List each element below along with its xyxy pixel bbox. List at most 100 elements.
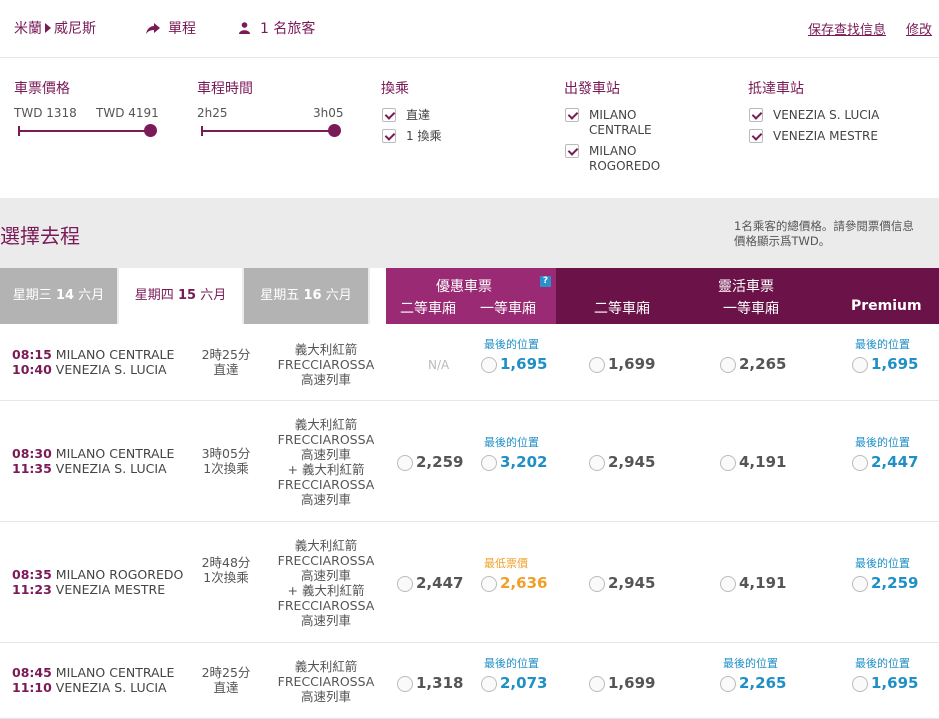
radio-icon[interactable] bbox=[397, 455, 413, 471]
share-arrow-icon bbox=[146, 23, 160, 34]
flex-first-class-header: 一等車廂 bbox=[723, 301, 779, 317]
time-slider-min-handle[interactable] bbox=[201, 126, 203, 136]
economy-second-class-header: 二等車廂 bbox=[400, 301, 456, 317]
fare-price: 2,636 bbox=[500, 574, 548, 592]
fare-option[interactable]: 2,265 bbox=[720, 336, 830, 376]
train-service-line: 高速列車 bbox=[300, 568, 351, 583]
fare-price: 1,318 bbox=[416, 674, 464, 692]
select-outbound-title: 選擇去程 bbox=[0, 224, 80, 248]
radio-icon[interactable] bbox=[852, 455, 868, 471]
date-tab-current[interactable]: 星期四 15 六月 bbox=[119, 268, 242, 324]
fare-badge: 最後的位置 bbox=[855, 338, 910, 351]
fare-option[interactable]: 最低票價 2,636 bbox=[481, 555, 591, 595]
time-max-label: 3h05 bbox=[313, 106, 344, 120]
fare-option[interactable]: 最後的位置 1,695 bbox=[481, 336, 591, 376]
train-service: 義大利紅箭 FRECCIAROSSA 高速列車 bbox=[272, 659, 380, 704]
date-tab-month: 六月 bbox=[78, 288, 105, 303]
radio-icon[interactable] bbox=[481, 455, 497, 471]
trip-type-label: 單程 bbox=[168, 21, 196, 37]
departure-line: 08:30 MILANO CENTRALE bbox=[12, 446, 174, 461]
fare-option[interactable]: 最後的位置 3,202 bbox=[481, 434, 591, 474]
help-icon[interactable]: ? bbox=[540, 276, 551, 287]
checkbox-milano-centrale-label: MILANO CENTRALE bbox=[589, 108, 652, 137]
price-min-label: TWD 1318 bbox=[14, 106, 77, 120]
date-tab-day: 星期四 bbox=[134, 288, 174, 303]
fare-option[interactable]: 4,191 bbox=[720, 434, 830, 474]
fare-option[interactable]: 1,699 bbox=[589, 655, 699, 695]
radio-icon[interactable] bbox=[852, 357, 868, 373]
fare-option[interactable]: 1,699 bbox=[589, 336, 699, 376]
train-service-line: + 義大利紅箭 bbox=[287, 583, 365, 598]
radio-icon[interactable] bbox=[397, 676, 413, 692]
fare-option[interactable]: 4,191 bbox=[720, 555, 830, 595]
train-row[interactable]: 08:30 MILANO CENTRALE 11:35 VENEZIA S. LU… bbox=[0, 401, 939, 522]
checkbox-one-change-label: 1 換乘 bbox=[406, 129, 442, 143]
price-slider-max-handle[interactable] bbox=[144, 124, 157, 137]
departure-line: 08:45 MILANO CENTRALE bbox=[12, 665, 174, 680]
radio-icon[interactable] bbox=[481, 676, 497, 692]
fare-option[interactable]: 2,945 bbox=[589, 555, 699, 595]
time-slider-max-handle[interactable] bbox=[328, 124, 341, 137]
fare-badge: 最後的位置 bbox=[484, 657, 539, 670]
filter-transfer-title: 換乘 bbox=[381, 81, 409, 97]
fare-option[interactable]: 最後的位置 2,259 bbox=[852, 555, 939, 595]
radio-icon[interactable] bbox=[852, 676, 868, 692]
radio-icon[interactable] bbox=[589, 357, 605, 373]
date-tab-next[interactable]: 星期五 16 六月 bbox=[244, 268, 368, 324]
top-bar: 米蘭 威尼斯 單程 1 名旅客 保存查找信息 修改 bbox=[0, 0, 939, 58]
radio-icon[interactable] bbox=[720, 455, 736, 471]
fare-price: 3,202 bbox=[500, 453, 548, 471]
train-row[interactable]: 08:15 MILANO CENTRALE 10:40 VENEZIA S. LU… bbox=[0, 324, 939, 401]
radio-icon[interactable] bbox=[481, 357, 497, 373]
price-slider-min-handle[interactable] bbox=[18, 126, 20, 136]
radio-icon[interactable] bbox=[481, 576, 497, 592]
train-row[interactable]: 08:45 MILANO CENTRALE 11:10 VENEZIA S. LU… bbox=[0, 643, 939, 719]
date-tab-date: 14 bbox=[55, 288, 75, 303]
filter-price-title: 車票價格 bbox=[14, 81, 70, 97]
train-times: 08:15 MILANO CENTRALE 10:40 VENEZIA S. LU… bbox=[12, 347, 174, 377]
price-slider-track[interactable] bbox=[19, 130, 150, 132]
radio-icon[interactable] bbox=[397, 576, 413, 592]
radio-icon[interactable] bbox=[720, 357, 736, 373]
flex-second-class-header: 二等車廂 bbox=[594, 301, 650, 317]
fare-price: 1,695 bbox=[500, 355, 548, 373]
fare-badge: 最後的位置 bbox=[855, 436, 910, 449]
duration-value: 3時05分 bbox=[201, 446, 251, 461]
checkbox-direct[interactable] bbox=[382, 108, 396, 122]
fare-option[interactable]: 最後的位置 1,695 bbox=[852, 336, 939, 376]
fare-price: 2,259 bbox=[416, 453, 464, 471]
train-row[interactable]: 08:35 MILANO ROGOREDO 11:23 VENEZIA MESTR… bbox=[0, 522, 939, 643]
origin-city: 米蘭 bbox=[14, 21, 42, 37]
edit-search-link[interactable]: 修改 bbox=[906, 19, 932, 38]
arrival-time: 11:23 bbox=[12, 582, 52, 597]
radio-icon[interactable] bbox=[589, 455, 605, 471]
radio-icon[interactable] bbox=[720, 576, 736, 592]
departure-line: 08:15 MILANO CENTRALE bbox=[12, 347, 174, 362]
arrival-line: 11:10 VENEZIA S. LUCIA bbox=[12, 680, 174, 695]
checkbox-milano-rogoredo[interactable] bbox=[565, 144, 579, 158]
fare-price: 4,191 bbox=[739, 574, 787, 592]
checkbox-venezia-s-lucia[interactable] bbox=[749, 108, 763, 122]
radio-icon[interactable] bbox=[852, 576, 868, 592]
departure-station: MILANO CENTRALE bbox=[55, 446, 175, 461]
checkbox-one-change[interactable] bbox=[382, 129, 396, 143]
destination-city: 威尼斯 bbox=[54, 21, 96, 37]
fare-option[interactable]: 最後的位置 1,695 bbox=[852, 655, 939, 695]
radio-icon[interactable] bbox=[589, 576, 605, 592]
checkbox-venezia-mestre[interactable] bbox=[749, 129, 763, 143]
arrival-line: 11:35 VENEZIA S. LUCIA bbox=[12, 461, 174, 476]
trip-duration: 2時48分 1次換乘 bbox=[200, 555, 252, 585]
economy-fare-header: 優惠車票 ? 二等車廂 一等車廂 bbox=[386, 268, 556, 324]
time-slider-track[interactable] bbox=[202, 130, 335, 132]
date-tab-prev[interactable]: 星期三 14 六月 bbox=[0, 268, 117, 324]
checkbox-milano-centrale[interactable] bbox=[565, 108, 579, 122]
radio-icon[interactable] bbox=[589, 676, 605, 692]
checkbox-venezia-s-lucia-label: VENEZIA S. LUCIA bbox=[773, 108, 880, 122]
fare-option[interactable]: 2,945 bbox=[589, 434, 699, 474]
radio-icon[interactable] bbox=[720, 676, 736, 692]
train-service-line: 高速列車 bbox=[300, 689, 351, 704]
save-search-link[interactable]: 保存查找信息 bbox=[808, 19, 886, 38]
fare-option[interactable]: 最後的位置 2,265 bbox=[720, 655, 830, 695]
fare-option[interactable]: 最後的位置 2,447 bbox=[852, 434, 939, 474]
fare-option[interactable]: 最後的位置 2,073 bbox=[481, 655, 591, 695]
